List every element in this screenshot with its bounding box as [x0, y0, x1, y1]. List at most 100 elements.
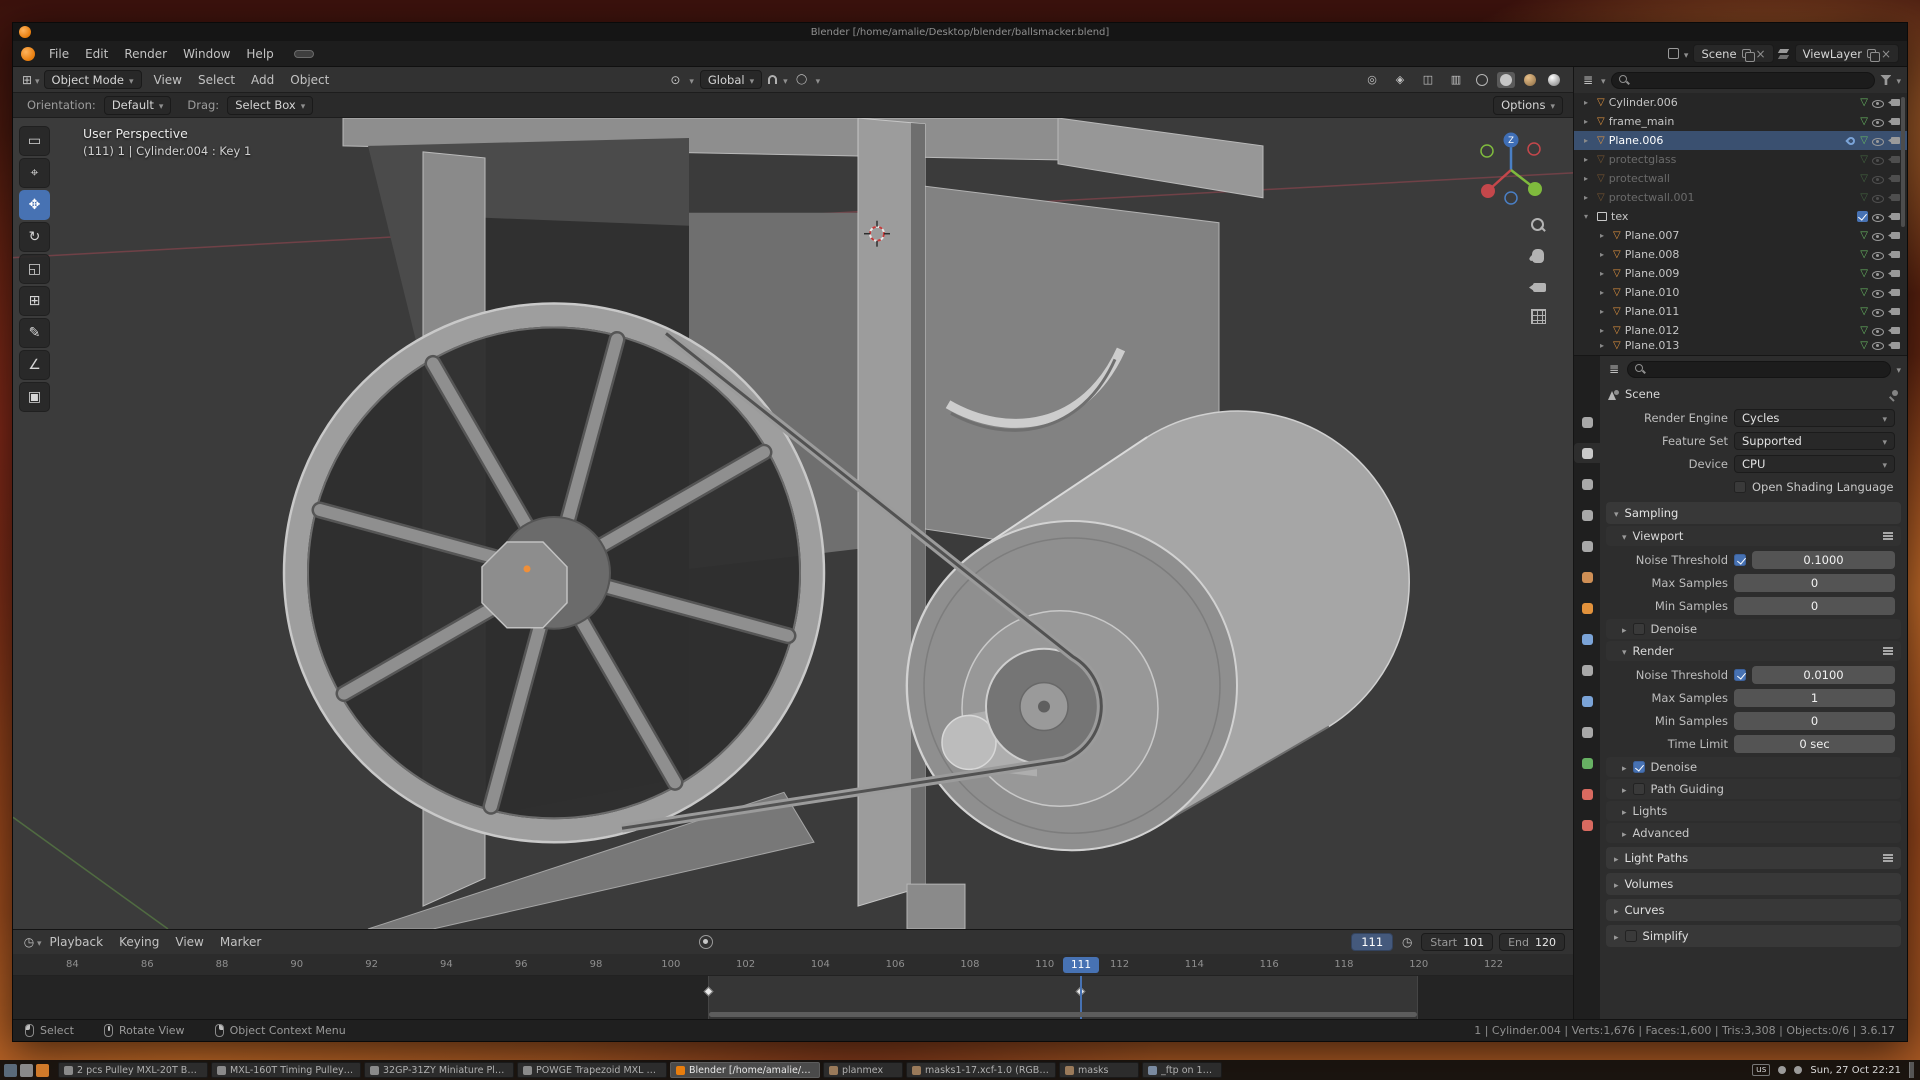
menu-item[interactable]: File [41, 44, 77, 64]
workspace-tab-modeling[interactable] [314, 50, 334, 58]
scale-tool[interactable]: ◱ [19, 254, 50, 284]
workspace-tab-uv-editing[interactable] [354, 50, 374, 58]
transform-orientation-dropdown[interactable]: Global [700, 70, 762, 89]
start-frame-field[interactable]: Start 101 [1421, 933, 1493, 951]
taskbar-window-blender[interactable]: Blender [/home/amalie/Desktop/ble... [670, 1062, 820, 1078]
disable-in-renders-camera-icon[interactable] [1888, 173, 1901, 184]
object-name[interactable]: Plane.013 [1625, 340, 1680, 350]
view-layer-tab[interactable] [1574, 505, 1600, 525]
workspace-tab-shading[interactable] [394, 50, 414, 58]
outliner-row-plane-007[interactable]: Plane.007 [1574, 226, 1907, 245]
show-overlays-icon[interactable]: ◫ [1417, 70, 1439, 90]
new-view-layer-icon[interactable] [1867, 49, 1876, 58]
object-name[interactable]: frame_main [1609, 115, 1675, 128]
volumes-header[interactable]: Volumes [1606, 873, 1901, 895]
expand-caret-icon[interactable] [1584, 155, 1593, 164]
hide-in-viewport-eye-icon[interactable] [1872, 230, 1884, 242]
viewport-noise-threshold-field[interactable]: 0.1000 [1752, 551, 1895, 569]
disable-in-renders-camera-icon[interactable] [1888, 154, 1901, 165]
playback-sync-icon[interactable] [1399, 934, 1415, 950]
timeline-scrollbar[interactable] [709, 1012, 1417, 1017]
taskbar-window-timing-pulley[interactable]: MXL-160T Timing Pulley Bore size 1... [211, 1062, 361, 1078]
menu-item[interactable]: Help [238, 44, 281, 64]
select-box-tool[interactable]: ▭ [19, 126, 50, 156]
constraints-tab[interactable] [1574, 722, 1600, 742]
taskbar-window-planetary-dc[interactable]: 32GP-31ZY Miniature Planetary DC ... [364, 1062, 514, 1078]
object-name[interactable]: tex [1611, 210, 1628, 223]
outliner-row-tex-collection[interactable]: tex [1574, 207, 1907, 226]
cursor-tool[interactable]: ⌖ [19, 158, 50, 188]
rendered-shading-icon[interactable] [1545, 72, 1563, 88]
measure-tool[interactable]: ∠ [19, 350, 50, 380]
viewport-max-samples-field[interactable]: 0 [1734, 574, 1895, 592]
properties-search[interactable] [1627, 361, 1891, 378]
taskbar-window-pulley[interactable]: 2 pcs Pulley MXL-20T Bore Size 4/5... [58, 1062, 208, 1078]
transform-tool[interactable]: ⊞ [19, 286, 50, 316]
advanced-header[interactable]: Advanced [1606, 823, 1901, 843]
remove-view-layer-icon[interactable] [1881, 47, 1891, 61]
render-engine-dropdown[interactable]: Cycles [1734, 409, 1895, 427]
hide-in-viewport-eye-icon[interactable] [1872, 306, 1884, 318]
hide-in-viewport-eye-icon[interactable] [1872, 249, 1884, 261]
outliner-row-plane-008[interactable]: Plane.008 [1574, 245, 1907, 264]
object-tab[interactable] [1574, 598, 1600, 618]
object-name[interactable]: Plane.010 [1625, 286, 1680, 299]
taskbar-launcher-icon[interactable] [20, 1064, 33, 1077]
menu-item[interactable]: Render [116, 44, 175, 64]
properties-search-input[interactable] [1650, 363, 1884, 375]
expand-caret-icon[interactable] [1600, 326, 1609, 335]
render-tab[interactable] [1574, 443, 1600, 463]
viewport-noise-threshold-checkbox[interactable] [1734, 554, 1746, 566]
expand-caret-icon[interactable] [1600, 250, 1609, 259]
disable-in-renders-camera-icon[interactable] [1888, 135, 1901, 146]
preset-menu-icon[interactable] [1883, 650, 1893, 652]
lights-header[interactable]: Lights [1606, 801, 1901, 821]
editor-type-caret[interactable] [35, 73, 40, 87]
outliner-scrollbar[interactable] [1901, 97, 1905, 227]
disable-in-renders-camera-icon[interactable] [1888, 249, 1901, 260]
window-titlebar[interactable]: Blender [/home/amalie/Desktop/blender/ba… [13, 23, 1907, 41]
snapping-caret[interactable] [783, 73, 788, 87]
pin-icon[interactable] [1888, 389, 1899, 400]
denoise-checkbox[interactable] [1633, 761, 1645, 773]
outliner-row-cylinder-006[interactable]: Cylinder.006 [1574, 93, 1907, 112]
disable-in-renders-camera-icon[interactable] [1888, 268, 1901, 279]
end-frame-field[interactable]: End 120 [1499, 933, 1565, 951]
current-frame-indicator[interactable]: 111 [1063, 957, 1099, 973]
object-name[interactable]: Plane.006 [1609, 134, 1664, 147]
light-paths-header[interactable]: Light Paths [1606, 847, 1901, 869]
proportional-editing-icon[interactable] [794, 72, 810, 88]
render-noise-threshold-field[interactable]: 0.0100 [1752, 666, 1895, 684]
workspace-tab-compositing[interactable] [454, 50, 474, 58]
show-gizmo-icon[interactable]: ◈ [1389, 70, 1411, 90]
hide-in-viewport-eye-icon[interactable] [1872, 135, 1884, 147]
viewport-menu-item[interactable]: Select [190, 70, 243, 90]
navigation-gizmo[interactable]: Z [1471, 128, 1551, 208]
previous-keyframe-button[interactable] [747, 933, 767, 951]
annotate-tool[interactable]: ✎ [19, 318, 50, 348]
properties-options-caret[interactable] [1896, 362, 1901, 376]
volume-tray-icon[interactable] [1794, 1066, 1802, 1074]
timeline-menu-item[interactable]: Marker [212, 932, 269, 952]
material-tab[interactable] [1574, 784, 1600, 804]
menu-item[interactable]: Window [175, 44, 238, 64]
render-min-samples-field[interactable]: 0 [1734, 712, 1895, 730]
3d-viewport[interactable]: User Perspective (111) 1 | Cylinder.004 … [13, 118, 1573, 929]
taskbar-launcher-icon[interactable] [4, 1064, 17, 1077]
taskbar-window-powge[interactable]: POWGE Trapezoid MXL Open Sync... [517, 1062, 667, 1078]
outliner-display-mode-caret[interactable] [1601, 73, 1606, 87]
expand-caret-icon[interactable] [1600, 231, 1609, 240]
editor-type-icon[interactable] [19, 72, 35, 88]
path-guiding-checkbox[interactable] [1633, 783, 1645, 795]
denoise-header[interactable]: Denoise [1606, 757, 1901, 777]
hide-in-viewport-eye-icon[interactable] [1872, 116, 1884, 128]
object-name[interactable]: Cylinder.006 [1609, 96, 1678, 109]
taskbar-window-planmex[interactable]: planmex [823, 1062, 903, 1078]
preset-menu-icon[interactable] [1883, 857, 1893, 859]
add-workspace-button[interactable] [514, 50, 534, 58]
timeline-editor-type-icon[interactable] [21, 934, 37, 950]
viewport-denoise-header[interactable]: Denoise [1606, 619, 1901, 639]
auto-keying-button[interactable] [699, 935, 713, 949]
new-scene-icon[interactable] [1742, 49, 1751, 58]
timeline-menu-item[interactable]: Keying [111, 932, 167, 952]
